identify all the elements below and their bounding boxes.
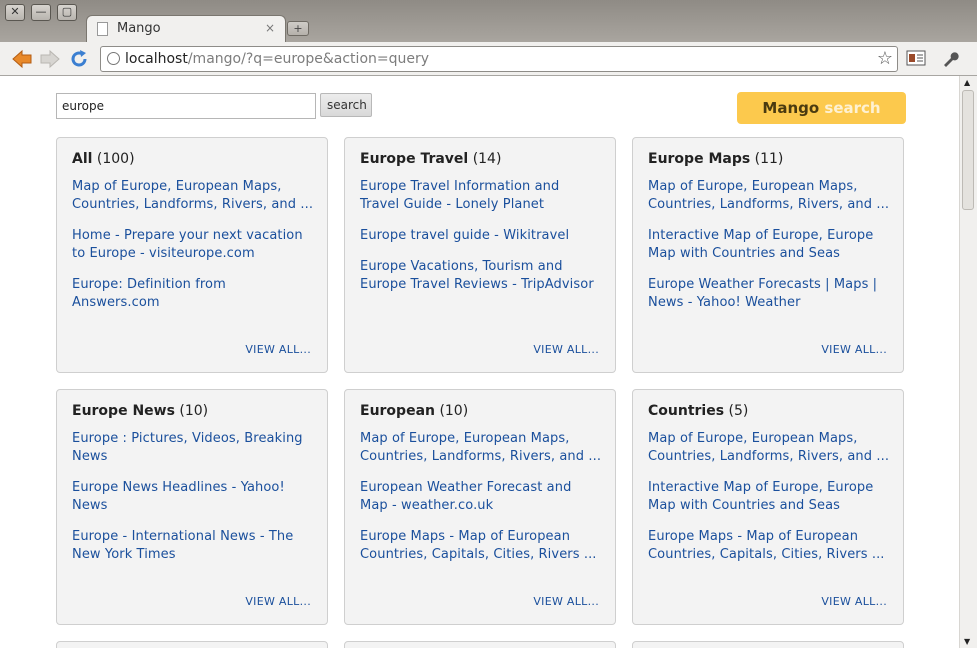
result-link[interactable]: Interactive Map of Europe, Europe Map wi… (648, 227, 890, 263)
bookmark-star-icon[interactable]: ☆ (877, 48, 893, 69)
view-all-link[interactable]: VIEW ALL... (821, 343, 887, 356)
page-content: search Mango search All (100) Map of Eur… (0, 76, 960, 648)
card-count: (100) (96, 151, 135, 167)
mango-search-logo: Mango search (737, 92, 906, 124)
tab-close-icon[interactable]: × (265, 21, 275, 35)
result-link[interactable]: Europe Vacations, Tourism and Europe Tra… (360, 258, 602, 294)
globe-icon (107, 52, 120, 65)
view-all-link[interactable]: VIEW ALL... (821, 595, 887, 608)
card-title: All (72, 151, 93, 167)
result-link[interactable]: Europe News Headlines - Yahoo! News (72, 479, 314, 515)
result-link[interactable]: Europe - International News - The New Yo… (72, 528, 314, 564)
view-all-link[interactable]: VIEW ALL... (533, 595, 599, 608)
card-count: (10) (439, 403, 469, 419)
result-link[interactable]: Map of Europe, European Maps, Countries,… (648, 430, 890, 466)
page-icon (97, 22, 108, 36)
view-all-link[interactable]: VIEW ALL... (245, 343, 311, 356)
card-count: (5) (728, 403, 749, 419)
minimize-window-icon[interactable]: — (31, 4, 51, 21)
card-title: Europe News (72, 403, 175, 419)
card-header: Europe News (10) (72, 403, 208, 419)
view-all-link[interactable]: VIEW ALL... (245, 595, 311, 608)
back-arrow-icon[interactable] (11, 48, 33, 70)
page-menu-icon[interactable] (906, 49, 926, 69)
card-header: European (10) (360, 403, 468, 419)
scrollbar-thumb[interactable] (962, 90, 974, 210)
result-card-european: European (10) Map of Europe, European Ma… (344, 389, 616, 625)
window-titlebar: ✕ — ▢ Mango × + (0, 0, 977, 43)
result-card-partial (344, 641, 616, 648)
result-link[interactable]: Europe Weather Forecasts | Maps | News -… (648, 276, 890, 312)
result-card-partial (632, 641, 904, 648)
card-header: Countries (5) (648, 403, 748, 419)
result-link[interactable]: Europe : Pictures, Videos, Breaking News (72, 430, 314, 466)
card-header: Europe Travel (14) (360, 151, 501, 167)
new-tab-button[interactable]: + (287, 21, 309, 36)
result-link[interactable]: Map of Europe, European Maps, Countries,… (360, 430, 602, 466)
result-card-europe-maps: Europe Maps (11) Map of Europe, European… (632, 137, 904, 373)
card-header: Europe Maps (11) (648, 151, 783, 167)
card-title: Europe Travel (360, 151, 469, 167)
scroll-up-arrow-icon[interactable]: ▲ (964, 78, 970, 87)
result-card-partial (56, 641, 328, 648)
forward-arrow-icon[interactable] (39, 48, 61, 70)
result-link[interactable]: European Weather Forecast and Map - weat… (360, 479, 602, 515)
view-all-link[interactable]: VIEW ALL... (533, 343, 599, 356)
wrench-icon[interactable] (940, 49, 960, 69)
browser-toolbar: localhost/mango/?q=europe&action=query ☆ (0, 42, 977, 76)
close-window-icon[interactable]: ✕ (5, 4, 25, 21)
result-link[interactable]: Europe travel guide - Wikitravel (360, 227, 602, 245)
browser-tab[interactable]: Mango × (86, 15, 286, 43)
tab-title: Mango (117, 21, 161, 36)
result-link[interactable]: Europe: Definition from Answers.com (72, 276, 314, 312)
card-title: European (360, 403, 435, 419)
result-card-countries: Countries (5) Map of Europe, European Ma… (632, 389, 904, 625)
card-count: (11) (754, 151, 784, 167)
logo-word-search: search (824, 99, 881, 117)
card-count: (14) (472, 151, 502, 167)
card-header: All (100) (72, 151, 135, 167)
result-link[interactable]: Europe Travel Information and Travel Gui… (360, 178, 602, 214)
result-link[interactable]: Home - Prepare your next vacation to Eur… (72, 227, 314, 263)
result-link[interactable]: Europe Maps - Map of European Countries,… (648, 528, 890, 564)
card-title: Countries (648, 403, 725, 419)
logo-word-mango: Mango (762, 99, 820, 117)
result-link[interactable]: Map of Europe, European Maps, Countries,… (648, 178, 890, 214)
vertical-scrollbar[interactable]: ▲ ▼ (959, 76, 977, 648)
url-path: /mango/?q=europe&action=query (187, 51, 430, 67)
maximize-window-icon[interactable]: ▢ (57, 4, 77, 21)
search-button[interactable]: search (320, 93, 372, 117)
scroll-down-arrow-icon[interactable]: ▼ (964, 637, 970, 646)
result-card-europe-news: Europe News (10) Europe : Pictures, Vide… (56, 389, 328, 625)
address-bar[interactable]: localhost/mango/?q=europe&action=query ☆ (100, 46, 898, 72)
result-link[interactable]: Interactive Map of Europe, Europe Map wi… (648, 479, 890, 515)
result-link[interactable]: Map of Europe, European Maps, Countries,… (72, 178, 314, 214)
search-input[interactable] (56, 93, 316, 119)
url-text[interactable]: localhost/mango/?q=europe&action=query (125, 51, 429, 67)
card-title: Europe Maps (648, 151, 751, 167)
result-link[interactable]: Europe Maps - Map of European Countries,… (360, 528, 602, 564)
result-card-europe-travel: Europe Travel (14) Europe Travel Informa… (344, 137, 616, 373)
url-host: localhost (125, 51, 188, 67)
card-count: (10) (179, 403, 209, 419)
result-card-all: All (100) Map of Europe, European Maps, … (56, 137, 328, 373)
reload-icon[interactable] (68, 48, 90, 70)
